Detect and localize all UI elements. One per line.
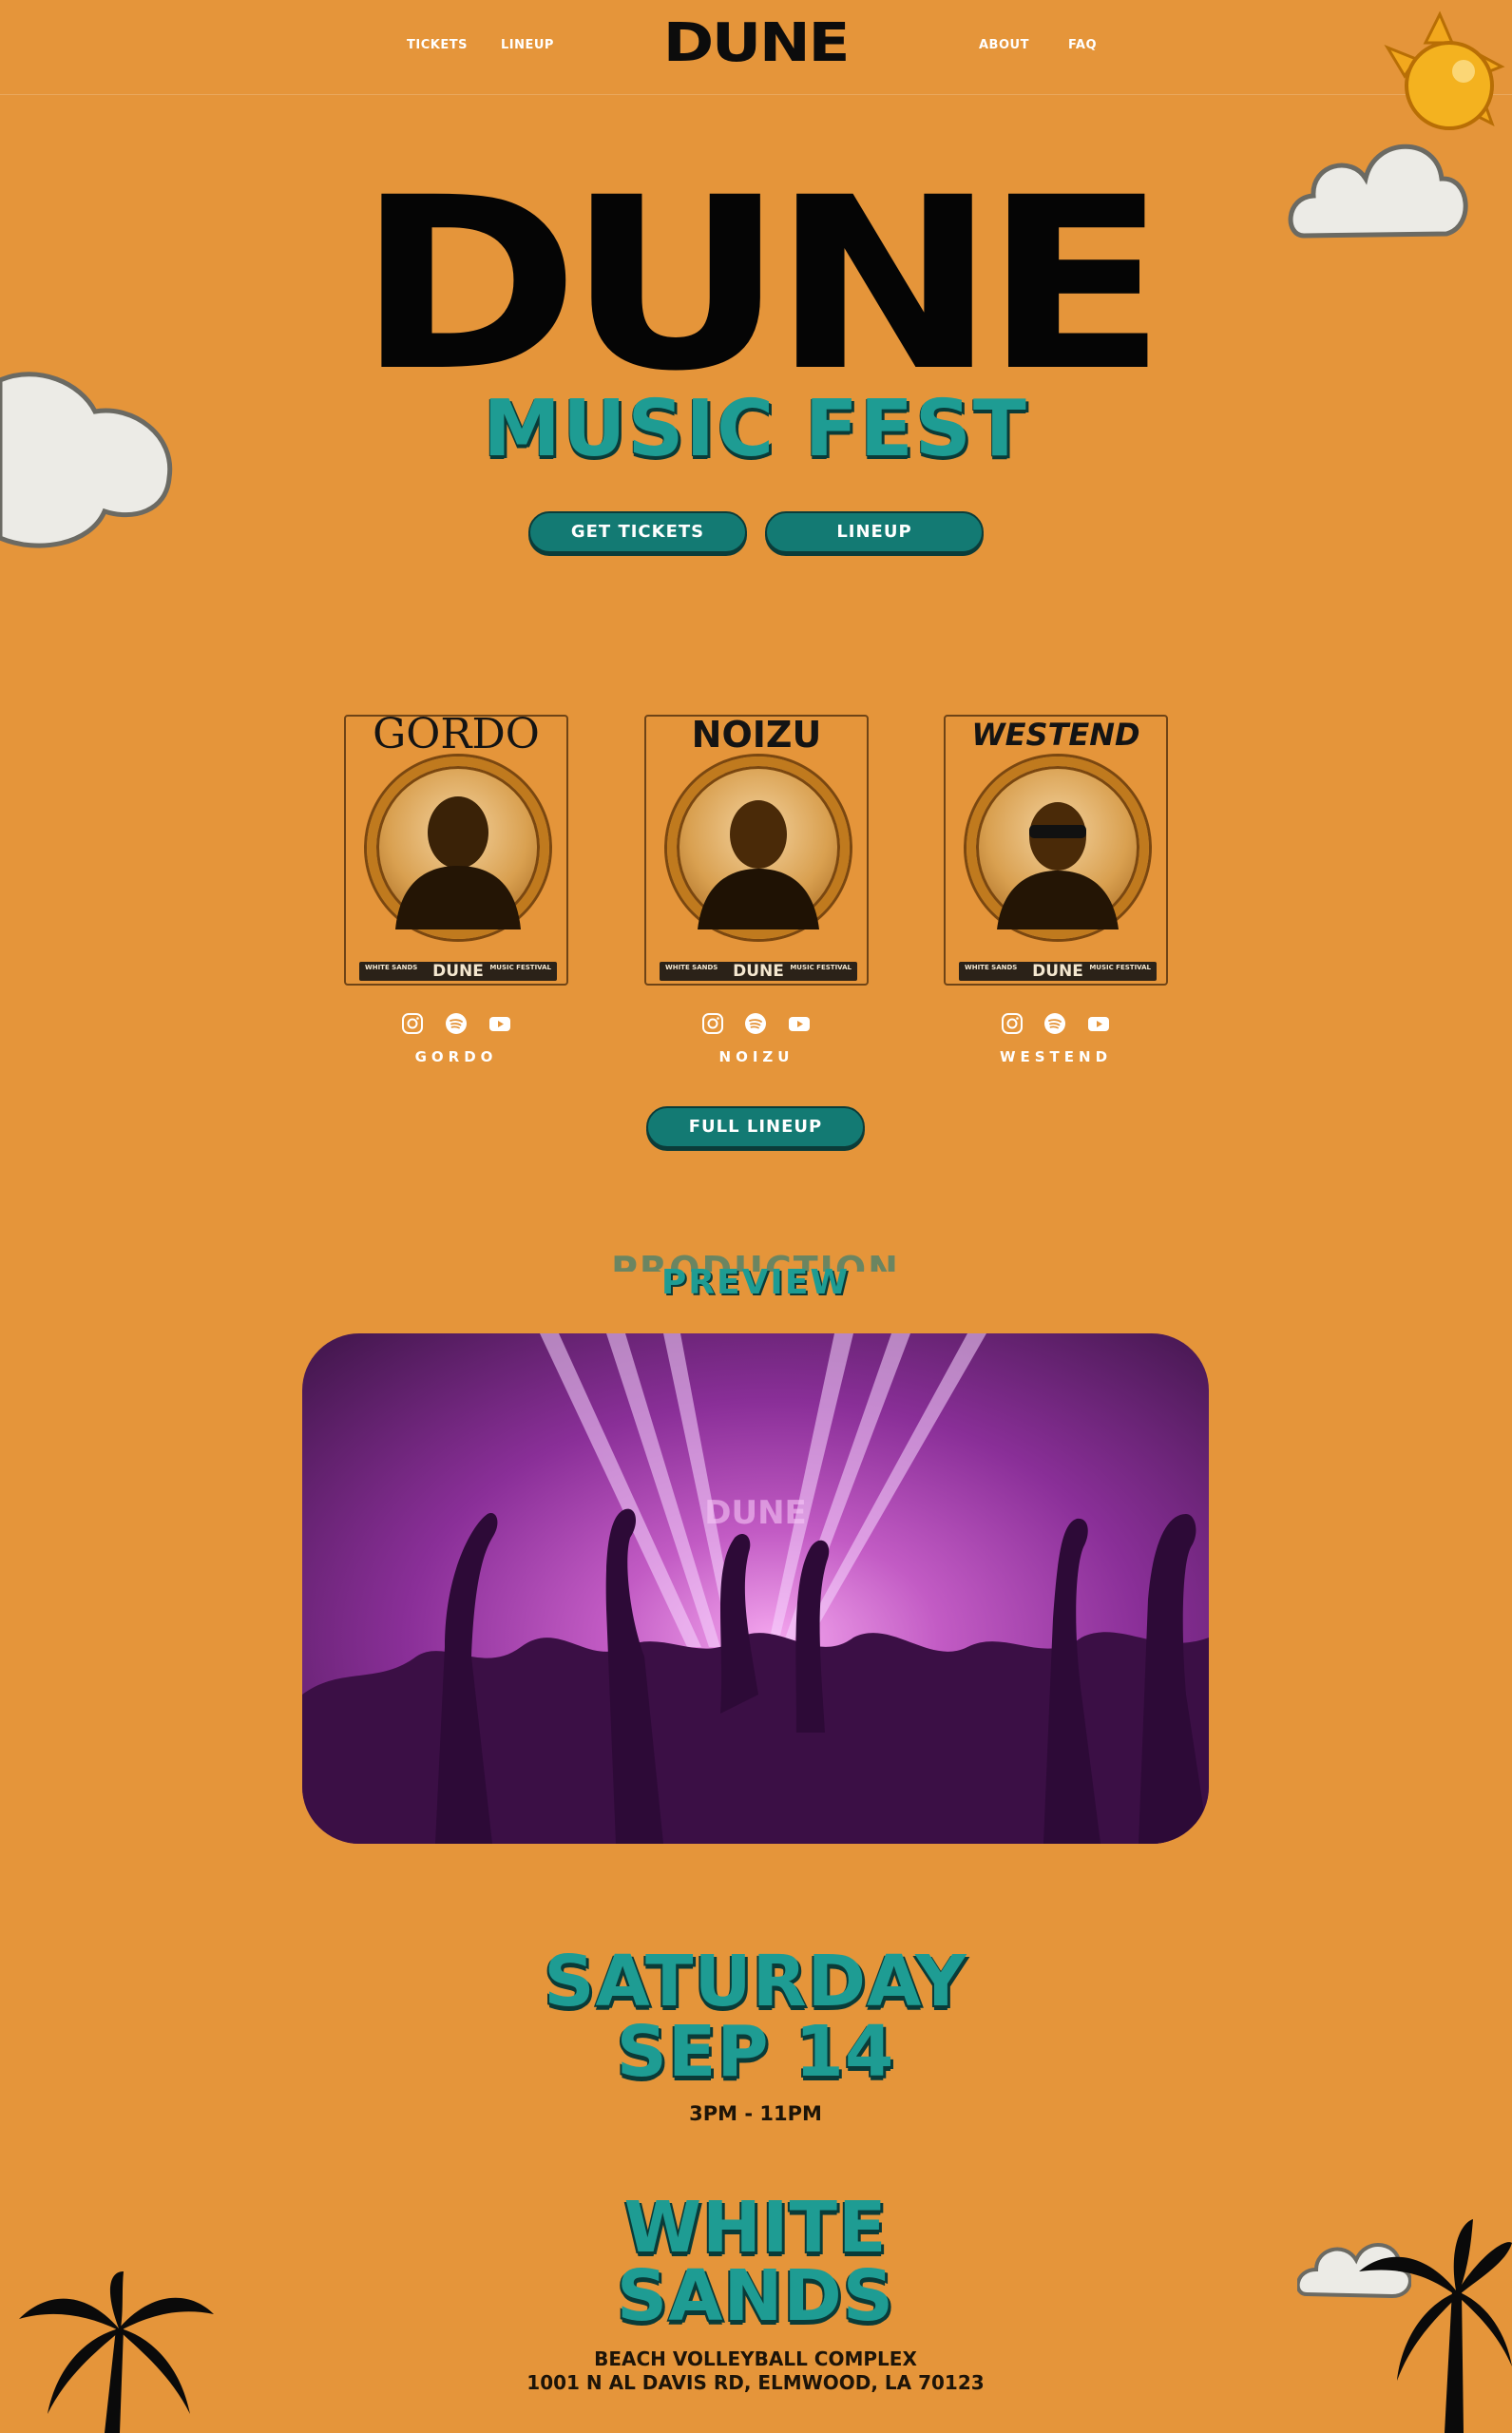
- event-day: SATURDAY: [544, 1941, 967, 2022]
- nav-faq-link[interactable]: FAQ: [1068, 38, 1097, 52]
- cloud-icon: [0, 372, 173, 548]
- youtube-icon[interactable]: [787, 1011, 812, 1036]
- card-footer-left: WHITE SANDS: [965, 964, 1018, 971]
- event-date: SEP 14: [616, 2011, 895, 2093]
- nav-lineup-link[interactable]: LINEUP: [501, 38, 554, 52]
- production-preview-heading: PREVIEW: [660, 1263, 851, 1302]
- instagram-icon[interactable]: [1000, 1011, 1024, 1036]
- artist-card-gordo[interactable]: GORDO WHITE SANDS DUNE MUSIC FESTIVAL: [344, 715, 568, 986]
- artist-name-gordo[interactable]: GORDO: [342, 1048, 570, 1065]
- card-footer-right: MUSIC FESTIVAL: [1089, 964, 1151, 971]
- get-tickets-button[interactable]: GET TICKETS: [528, 511, 747, 553]
- hero-subtitle: MUSIC FEST: [483, 384, 1028, 474]
- event-time: 3PM - 11PM: [689, 2102, 822, 2125]
- instagram-icon[interactable]: [700, 1011, 725, 1036]
- venue-line-1: WHITE: [623, 2187, 888, 2269]
- card-footer-left: WHITE SANDS: [665, 964, 718, 971]
- youtube-icon[interactable]: [1086, 1011, 1111, 1036]
- card-footer-left: WHITE SANDS: [365, 964, 418, 971]
- nav-logo[interactable]: DUNE: [652, 17, 860, 70]
- concert-crowd-image: DUNE: [302, 1333, 1209, 1844]
- spotify-icon[interactable]: [1043, 1011, 1067, 1036]
- artist-poster-name: NOIZU: [691, 715, 822, 756]
- card-footer-brand: DUNE: [733, 962, 784, 981]
- nav-tickets-link[interactable]: TICKETS: [407, 38, 468, 52]
- lineup-button[interactable]: LINEUP: [765, 511, 984, 553]
- person-silhouette-icon: [698, 800, 819, 929]
- palm-tree-icon: [19, 2271, 214, 2433]
- card-footer-brand: DUNE: [1032, 962, 1083, 981]
- artist-name-noizu[interactable]: NOIZU: [642, 1048, 871, 1065]
- card-footer-right: MUSIC FESTIVAL: [489, 964, 551, 971]
- production-preview-video[interactable]: DUNE: [302, 1333, 1209, 1844]
- spotify-icon[interactable]: [444, 1011, 469, 1036]
- spotify-icon[interactable]: [743, 1011, 768, 1036]
- person-silhouette-icon: [997, 802, 1119, 929]
- nav-about-link[interactable]: ABOUT: [979, 38, 1029, 52]
- artist-portrait: [367, 757, 549, 939]
- artist-card-noizu[interactable]: NOIZU WHITE SANDS DUNE MUSIC FESTIVAL: [644, 715, 869, 986]
- cloud-icon: [1288, 144, 1468, 239]
- instagram-icon[interactable]: [400, 1011, 425, 1036]
- venue-name: BEACH VOLLEYBALL COMPLEX: [594, 2347, 917, 2370]
- artist-name-westend[interactable]: WESTEND: [942, 1048, 1170, 1065]
- card-footer-right: MUSIC FESTIVAL: [790, 964, 852, 971]
- venue-line-2: SANDS: [616, 2255, 895, 2337]
- artist-card-westend[interactable]: WESTEND WHITE SANDS DUNE MUSIC FESTIVAL: [944, 715, 1168, 986]
- stage-screen-brand: DUNE: [704, 1494, 807, 1532]
- card-footer-brand: DUNE: [432, 962, 484, 981]
- artist-poster-name: GORDO: [373, 715, 540, 758]
- card-footer: WHITE SANDS DUNE MUSIC FESTIVAL: [660, 962, 857, 981]
- full-lineup-button[interactable]: FULL LINEUP: [646, 1106, 865, 1148]
- hero-title: DUNE: [356, 146, 1167, 423]
- venue-address: 1001 N AL DAVIS RD, ELMWOOD, LA 70123: [526, 2371, 985, 2394]
- top-nav: TICKETS LINEUP DUNE ABOUT FAQ: [0, 0, 1512, 95]
- card-footer: WHITE SANDS DUNE MUSIC FESTIVAL: [359, 962, 557, 981]
- palm-tree-icon: [1359, 2219, 1512, 2433]
- artist-portrait: [667, 757, 850, 939]
- person-silhouette-icon: [395, 796, 521, 929]
- youtube-icon[interactable]: [488, 1011, 512, 1036]
- artist-poster-name: WESTEND: [971, 717, 1140, 753]
- card-footer: WHITE SANDS DUNE MUSIC FESTIVAL: [959, 962, 1157, 981]
- artist-portrait: [967, 757, 1149, 939]
